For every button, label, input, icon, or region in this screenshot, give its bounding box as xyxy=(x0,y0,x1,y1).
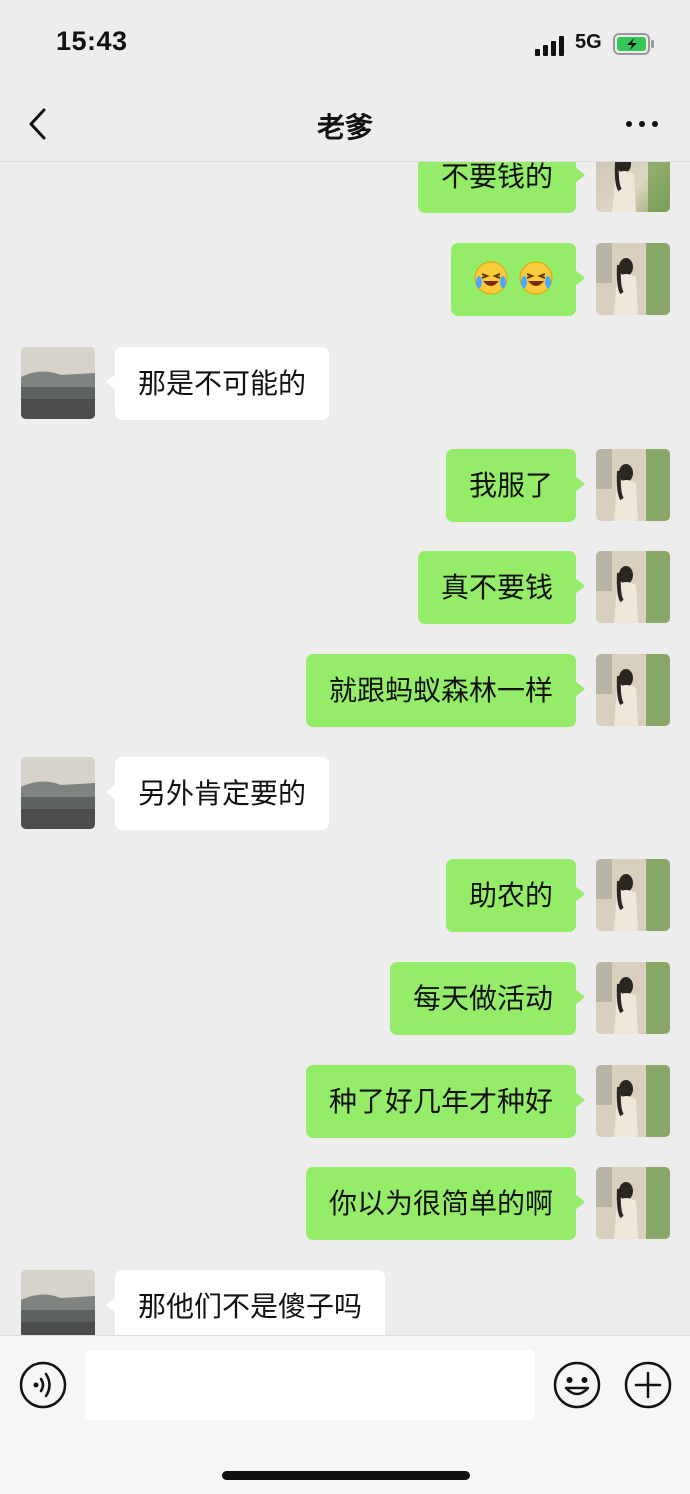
signal-icon xyxy=(535,36,567,56)
message-bubble-outgoing[interactable]: 助农的 xyxy=(445,859,586,932)
voice-icon[interactable] xyxy=(18,1360,68,1410)
laughing-crying-face-icon xyxy=(519,261,553,295)
status-bar: 15:43 5G xyxy=(0,0,690,90)
avatar-self[interactable] xyxy=(596,1167,670,1239)
network-type: 5G xyxy=(575,31,602,53)
emoji-icon[interactable] xyxy=(552,1360,602,1410)
message-bubble-outgoing[interactable]: 就跟蚂蚁森林一样 xyxy=(305,654,586,727)
avatar-self[interactable] xyxy=(596,962,670,1034)
battery-icon xyxy=(613,33,655,55)
avatar-self[interactable] xyxy=(596,449,670,521)
chat-title: 老爹 xyxy=(316,111,373,144)
avatar-contact[interactable] xyxy=(21,1270,95,1335)
avatar-contact[interactable] xyxy=(21,347,95,419)
message-bubble-outgoing[interactable]: 我服了 xyxy=(445,449,586,522)
avatar-self[interactable] xyxy=(596,551,670,623)
avatar-self[interactable] xyxy=(596,859,670,931)
message-input[interactable] xyxy=(85,1350,535,1420)
laughing-crying-face-icon xyxy=(474,261,508,295)
status-time: 15:43 xyxy=(56,26,128,56)
chat-area[interactable]: 不要钱的 那是不可能的 我服了 真不要钱 就跟蚂蚁森林一样 另外肯定要的 助农的… xyxy=(0,162,690,1335)
message-bubble-incoming[interactable]: 另外肯定要的 xyxy=(105,757,330,830)
message-bubble-outgoing[interactable]: 每天做活动 xyxy=(389,962,586,1035)
input-bar xyxy=(0,1335,690,1494)
message-bubble-incoming[interactable]: 那他们不是傻子吗 xyxy=(105,1270,386,1335)
message-bubble-outgoing[interactable]: 不要钱的 xyxy=(417,162,586,213)
message-bubble-outgoing[interactable]: 真不要钱 xyxy=(417,551,586,624)
avatar-self[interactable] xyxy=(596,1065,670,1137)
message-bubble-outgoing[interactable]: 你以为很简单的啊 xyxy=(305,1167,586,1240)
avatar-self[interactable] xyxy=(596,243,670,315)
home-indicator xyxy=(222,1471,470,1480)
avatar-self[interactable] xyxy=(596,162,670,212)
message-bubble-incoming[interactable]: 那是不可能的 xyxy=(105,347,330,420)
avatar-contact[interactable] xyxy=(21,757,95,829)
more-icon[interactable] xyxy=(624,112,660,136)
nav-bar: 老爹 xyxy=(0,90,690,162)
message-bubble-outgoing-emoji[interactable] xyxy=(451,243,585,316)
avatar-self[interactable] xyxy=(596,654,670,726)
message-bubble-outgoing[interactable]: 种了好几年才种好 xyxy=(305,1065,586,1138)
plus-icon[interactable] xyxy=(623,1360,673,1410)
